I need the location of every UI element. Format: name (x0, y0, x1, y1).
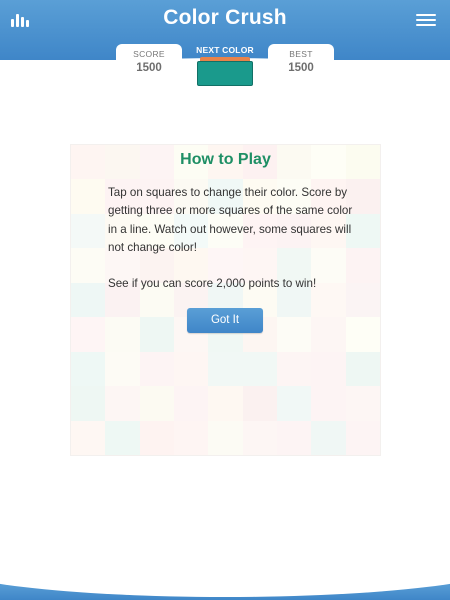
how-to-play-dialog: How to Play Tap on squares to change the… (70, 144, 381, 456)
app-title: Color Crush (163, 6, 287, 29)
hamburger-menu-icon[interactable] (416, 14, 436, 27)
next-color-primary (197, 61, 253, 86)
got-it-button[interactable]: Got It (187, 308, 263, 333)
dialog-body: Tap on squares to change their color. Sc… (108, 184, 353, 293)
instructions-text: Tap on squares to change their color. Sc… (108, 186, 353, 255)
score-label: SCORE (133, 49, 165, 59)
best-label: BEST (289, 49, 313, 59)
score-value: 1500 (136, 62, 162, 74)
score-panel: SCORE 1500 (116, 44, 182, 82)
game-screen: Color Crush SCORE 1500 NEXT COLOR BEST 1… (0, 0, 450, 600)
goal-text: See if you can score 2,000 points to win… (108, 276, 317, 290)
best-panel: BEST 1500 (268, 44, 334, 82)
best-value: 1500 (288, 62, 314, 74)
next-color-label: NEXT COLOR (196, 45, 254, 55)
next-color-swatch (197, 57, 253, 86)
dialog-title: How to Play (180, 151, 271, 168)
